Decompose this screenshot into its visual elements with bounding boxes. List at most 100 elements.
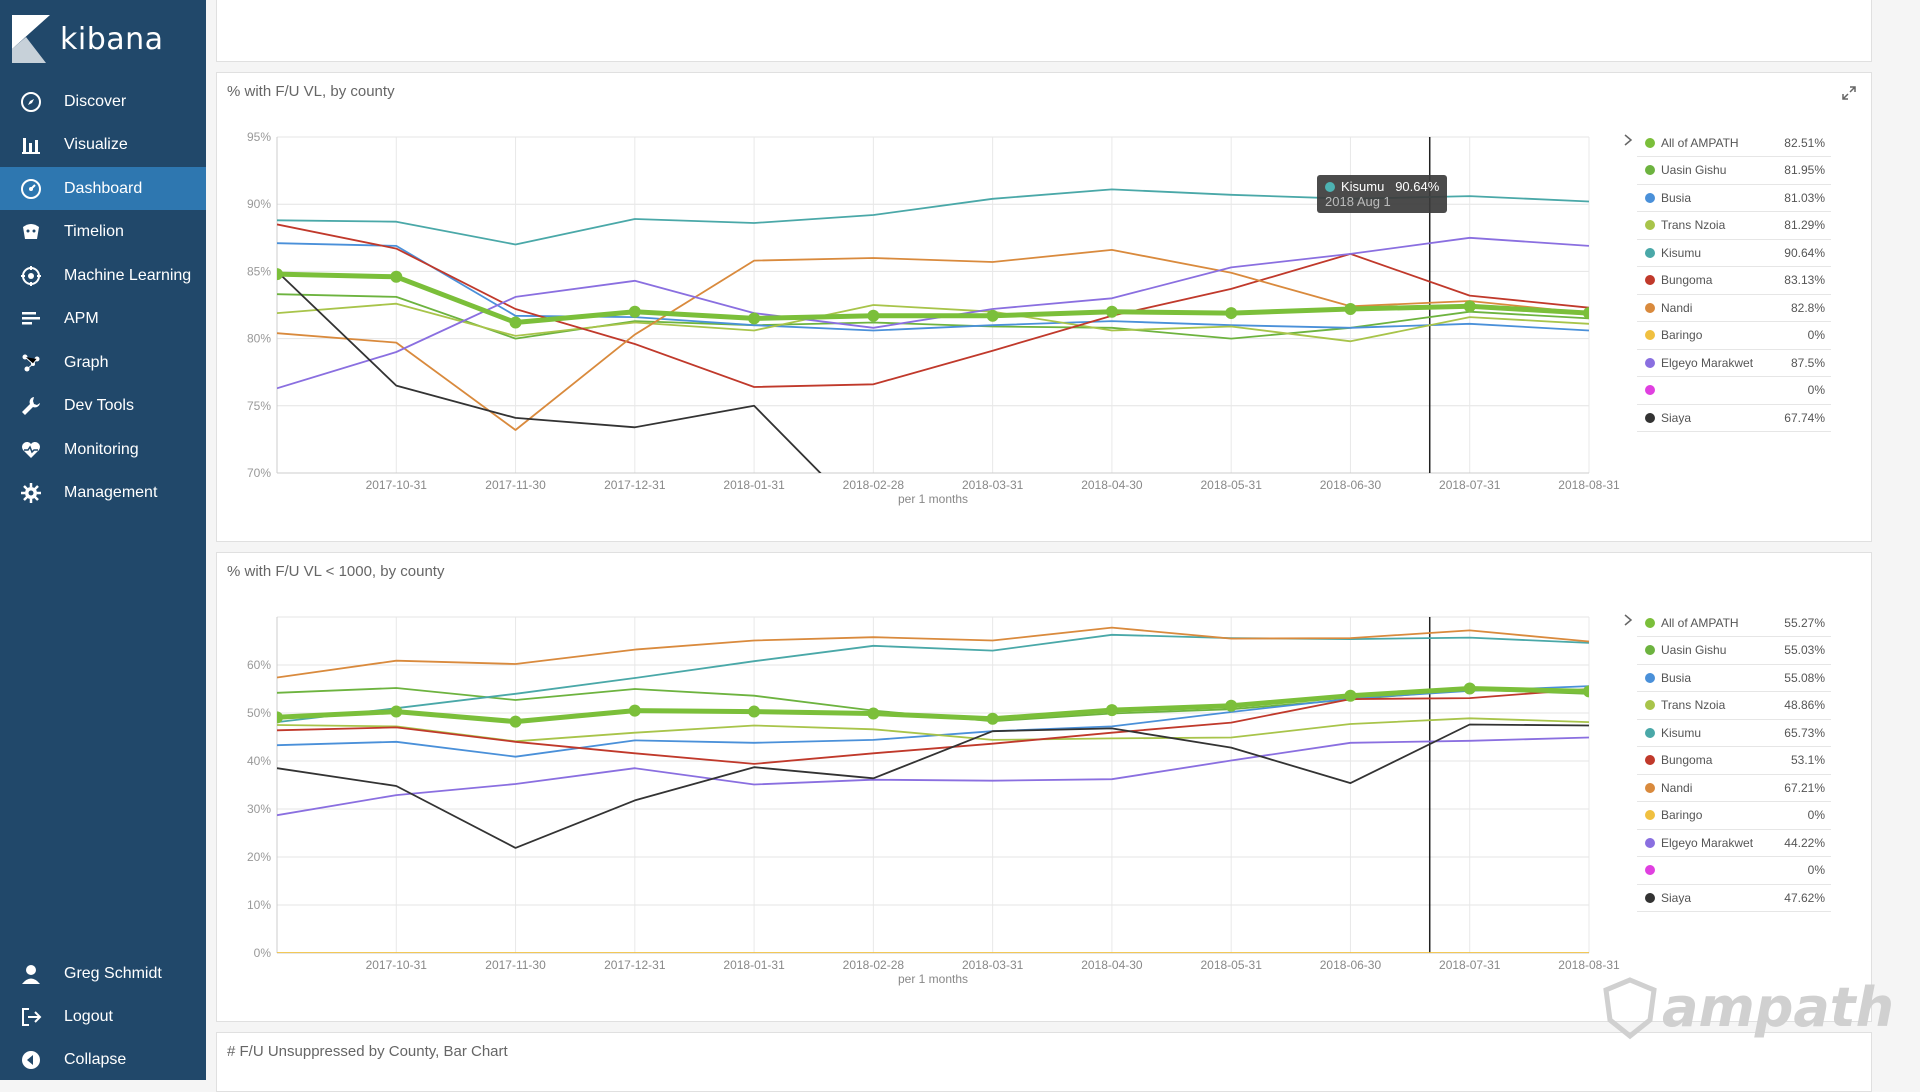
sidebar-item-visualize[interactable]: Visualize	[0, 124, 206, 167]
legend-item[interactable]: Trans Nzoia 81.29%	[1637, 212, 1831, 240]
sidebar-item-apm[interactable]: APM	[0, 298, 206, 341]
y-tick-label: 90%	[247, 197, 271, 211]
legend-item[interactable]: Baringo 0%	[1637, 322, 1831, 350]
sidebar-item-label: APM	[64, 310, 99, 327]
sidebar-item-label: Logout	[64, 1007, 113, 1025]
legend-label: Nandi	[1661, 300, 1693, 315]
panel-fu-vl-1000: % with F/U VL < 1000, by county 0% 10% 20%…	[216, 552, 1872, 1022]
legend-item[interactable]: Elgeyo Marakwet 87.5%	[1637, 349, 1831, 377]
legend-value: 65.73%	[1784, 725, 1825, 740]
sidebar-item-label: Greg Schmidt	[64, 964, 162, 982]
sidebar-item-management[interactable]: Management	[0, 472, 206, 515]
legend-item[interactable]: Busia 81.03%	[1637, 184, 1831, 212]
x-tick-label: 2018-04-30	[1081, 958, 1143, 972]
legend-label: All of AMPATH	[1661, 135, 1739, 150]
logout-icon	[20, 1006, 42, 1028]
x-tick-label: 2018-03-31	[962, 958, 1024, 972]
x-tick-label: 2017-11-30	[485, 958, 546, 972]
series-point-all-of-ampath	[509, 715, 522, 728]
compass-icon	[20, 91, 42, 113]
legend-item[interactable]: Trans Nzoia 48.86%	[1637, 692, 1831, 720]
sidebar-item-discover[interactable]: Discover	[0, 80, 206, 123]
series-line-nandi	[277, 249, 1589, 431]
legend-item[interactable]: Kisumu 90.64%	[1637, 239, 1831, 267]
sidebar-item-graph[interactable]: Graph	[0, 341, 206, 384]
tooltip-value: 90.64%	[1395, 179, 1440, 194]
legend-toggle-icon[interactable]	[1623, 133, 1633, 147]
sidebar-item-timelion[interactable]: Timelion	[0, 211, 206, 254]
sidebar-item-dashboard[interactable]: Dashboard	[0, 167, 206, 210]
x-tick-label: 2018-07-31	[1439, 478, 1501, 492]
legend-item[interactable]: Bungoma 53.1%	[1637, 747, 1831, 775]
series-line-trans-nzoia	[277, 717, 1589, 743]
legend-value: 81.29%	[1784, 218, 1825, 232]
legend-color-dot	[1645, 275, 1655, 285]
series-point-all-of-ampath	[277, 268, 283, 281]
legend-color-dot	[1645, 192, 1655, 203]
legend-item[interactable]: Elgeyo Marakwet 44.22%	[1637, 829, 1831, 857]
x-tick-label: 2018-08-31	[1558, 958, 1620, 972]
legend-item[interactable]: Uasin Gishu 81.95%	[1637, 157, 1831, 185]
legend-value: 47.62%	[1784, 890, 1825, 905]
legend-item[interactable]: All of AMPATH 55.27%	[1637, 609, 1831, 637]
legend-item[interactable]: 0%	[1637, 377, 1831, 405]
sidebar-item-greg-schmidt[interactable]: Greg Schmidt	[0, 952, 206, 995]
series-point-all-of-ampath	[1105, 704, 1118, 717]
legend-value: 0%	[1807, 328, 1825, 342]
legend-color-dot	[1645, 727, 1655, 738]
brand[interactable]: kibana	[12, 14, 164, 64]
y-tick-label: 0%	[254, 946, 272, 960]
series-point-all-of-ampath	[1344, 689, 1357, 702]
series-point-all-of-ampath	[867, 309, 880, 322]
legend-value: 0%	[1807, 808, 1825, 822]
legend-label: Elgeyo Marakwet	[1661, 835, 1754, 850]
dashboard-main: % with F/U VL, by county 70% 75% 80% 85% 90%…	[206, 0, 1920, 1092]
gear-icon	[20, 482, 42, 504]
ampath-logo-icon	[1603, 977, 1657, 1040]
legend-item[interactable]: Busia 55.08%	[1637, 664, 1831, 692]
legend-item[interactable]: Kisumu 65.73%	[1637, 719, 1831, 747]
legend-value: 82.8%	[1790, 300, 1825, 315]
tooltip-date: 2018 Aug 1	[1325, 194, 1391, 209]
sidebar-item-monitoring[interactable]: Monitoring	[0, 428, 206, 471]
series-line-siaya	[277, 723, 1589, 849]
series-point-all-of-ampath	[277, 711, 283, 724]
x-axis-label: per 1 months	[898, 492, 968, 506]
sidebar-item-logout[interactable]: Logout	[0, 995, 206, 1038]
legend-item[interactable]: Siaya 47.62%	[1637, 884, 1831, 912]
x-tick-label: 2018-03-31	[962, 478, 1024, 492]
legend-label: Baringo	[1661, 808, 1703, 822]
legend-color-dot	[1645, 412, 1655, 423]
chart-tooltip: Kisumu 90.64% 2018 Aug 1	[1317, 175, 1448, 213]
series-line-nandi	[277, 626, 1589, 679]
legend-toggle-icon[interactable]	[1623, 613, 1633, 627]
legend-item[interactable]: Nandi 67.21%	[1637, 774, 1831, 802]
y-tick-label: 75%	[247, 399, 271, 413]
x-tick-label: 2018-02-28	[843, 958, 905, 972]
y-tick-label: 80%	[247, 332, 271, 346]
legend-color-dot	[1645, 357, 1655, 368]
legend-item[interactable]: Baringo 0%	[1637, 802, 1831, 830]
sidebar-item-dev-tools[interactable]: Dev Tools	[0, 385, 206, 428]
legend-item[interactable]: Uasin Gishu 55.03%	[1637, 637, 1831, 665]
legend-item[interactable]: Nandi 82.8%	[1637, 294, 1831, 322]
user-icon	[20, 963, 42, 985]
legend-item[interactable]: All of AMPATH 82.51%	[1637, 129, 1831, 157]
series-line-kisumu	[277, 633, 1589, 723]
legend-color-dot	[1645, 892, 1655, 903]
legend-label: Trans Nzoia	[1661, 698, 1726, 712]
sidebar-item-label: Graph	[64, 353, 109, 371]
sidebar-item-label: Timelion	[64, 223, 124, 240]
y-tick-label: 50%	[247, 706, 271, 720]
legend-item[interactable]: Siaya 67.74%	[1637, 404, 1831, 432]
legend-color-dot	[1645, 700, 1655, 710]
legend-value: 48.86%	[1784, 698, 1825, 712]
sidebar-item-label: Machine Learning	[64, 266, 192, 284]
legend-item[interactable]: 0%	[1637, 857, 1831, 885]
x-tick-label: 2017-11-30	[485, 478, 546, 492]
sidebar-item-machine-learning[interactable]: Machine Learning	[0, 254, 206, 297]
legend-item[interactable]: Bungoma 83.13%	[1637, 267, 1831, 295]
x-tick-label: 2017-10-31	[366, 478, 428, 492]
legend-label: Siaya	[1661, 890, 1692, 905]
sidebar-item-collapse[interactable]: Collapse	[0, 1038, 206, 1081]
